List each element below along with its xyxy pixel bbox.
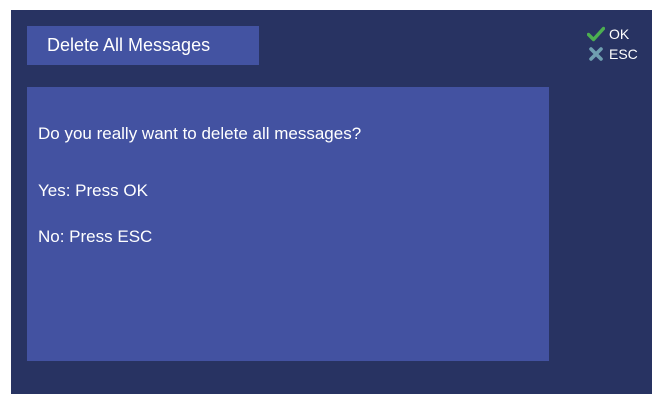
esc-key[interactable]: ESC: [587, 44, 651, 64]
key-legend: OK ESC: [587, 24, 651, 64]
ok-key[interactable]: OK: [587, 24, 651, 44]
ok-key-label: OK: [609, 26, 630, 42]
dialog-panel: Do you really want to delete all message…: [27, 87, 549, 361]
dialog-question: Do you really want to delete all message…: [38, 124, 362, 143]
checkmark-icon: [587, 26, 605, 42]
no-hint: No: Press ESC: [38, 227, 153, 246]
cross-icon: [589, 47, 603, 61]
esc-key-label: ESC: [609, 46, 638, 62]
screen: Delete All Messages Do you really want t…: [11, 10, 652, 394]
yes-hint: Yes: Press OK: [38, 181, 148, 200]
dialog-title: Delete All Messages: [27, 26, 259, 65]
